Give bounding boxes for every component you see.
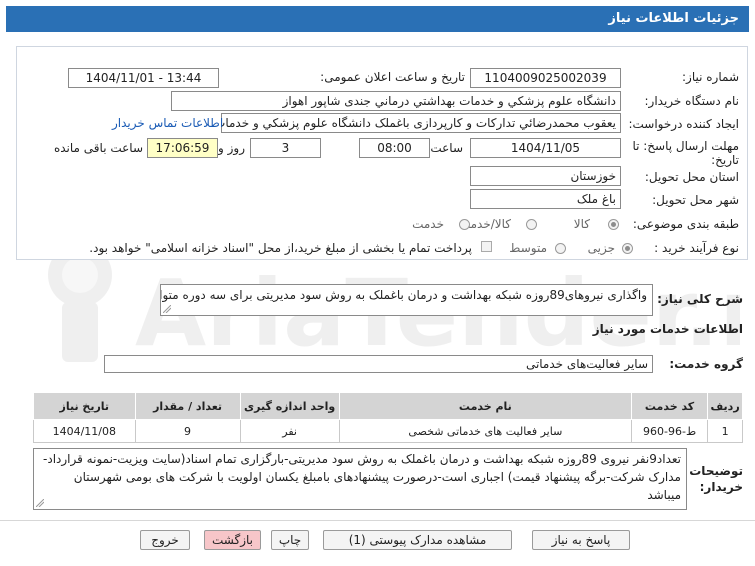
category-option-goods: کالا	[573, 217, 590, 231]
category-option-service: خدمت	[412, 217, 444, 231]
column-header: تاریخ نیاز	[33, 392, 136, 420]
service-code-cell: ط-96-960	[630, 419, 709, 443]
deadline-time-field[interactable]: 08:00	[359, 138, 430, 158]
announce-date-field[interactable]: 1404/11/01 - 13:44	[68, 68, 219, 88]
category-radio-service[interactable]	[459, 219, 470, 230]
page-title: جزئیات اطلاعات نیاز	[608, 11, 739, 26]
category-radio-goods[interactable]	[608, 219, 619, 230]
print-button[interactable]: چاپ	[271, 530, 309, 550]
unit-cell: نفر	[239, 419, 340, 443]
days-field[interactable]: 3	[250, 138, 321, 158]
creator-label: ایجاد کننده درخواست:	[628, 117, 739, 131]
process-radio-medium[interactable]	[555, 243, 566, 254]
deadline-time-label: ساعت	[430, 141, 463, 155]
table-row[interactable]: 1 ط-96-960 سایر فعالیت های خدماتی شخصی ن…	[33, 419, 743, 443]
service-name-cell: سایر فعالیت های خدماتی شخصی	[338, 419, 632, 443]
category-label: طبقه بندی موضوعی:	[632, 217, 739, 231]
resize-grip-icon[interactable]	[163, 305, 171, 313]
services-section-title: اطلاعات خدمات مورد نیاز	[592, 322, 743, 336]
overview-label: شرح کلی نیاز:	[657, 292, 743, 306]
category-radio-goods-service[interactable]	[526, 219, 537, 230]
need-number-label: شماره نیاز:	[682, 70, 739, 84]
days-label: روز و	[218, 141, 245, 155]
attachments-button[interactable]: مشاهده مدارک پیوستی (1)	[323, 530, 512, 550]
remaining-time-label: ساعت باقی مانده	[53, 141, 143, 155]
deadline-date-field[interactable]: 1404/11/05	[470, 138, 621, 158]
table-header-row: ردیف کد خدمت نام خدمت واحد اندازه گیری ت…	[33, 392, 743, 420]
buyer-contact-link[interactable]: اطلاعات تماس خریدار	[112, 116, 223, 130]
column-header: تعداد / مقدار	[134, 392, 241, 420]
buyer-notes-field[interactable]: تعداد9نفر نیروی 89روزه شبکه بهداشت و درم…	[33, 448, 687, 510]
service-group-label: گروه خدمت:	[669, 357, 743, 371]
back-button[interactable]: بازگشت	[204, 530, 261, 550]
column-header: نام خدمت	[338, 392, 632, 420]
page-header: جزئیات اطلاعات نیاز	[6, 6, 749, 32]
resize-grip-icon[interactable]	[36, 499, 44, 507]
buyer-field[interactable]: دانشگاه علوم پزشکي و خدمات بهداشتي درمان…	[171, 91, 621, 111]
process-option-minor: جزیی	[587, 241, 615, 255]
process-option-medium: متوسط	[509, 241, 547, 255]
province-label: استان محل تحویل:	[644, 170, 739, 184]
treasury-payment-note: پرداخت تمام یا بخشی از مبلغ خرید،از محل …	[89, 241, 472, 255]
service-group-field[interactable]: سایر فعالیت‌های خدماتی	[104, 355, 653, 373]
process-radio-minor[interactable]	[622, 243, 633, 254]
column-header: کد خدمت	[630, 392, 709, 420]
province-field[interactable]: خوزستان	[470, 166, 621, 186]
buyer-label: نام دستگاه خریدار:	[644, 94, 740, 108]
services-table: ردیف کد خدمت نام خدمت واحد اندازه گیری ت…	[33, 392, 743, 443]
need-number-field[interactable]: 1104009025002039	[470, 68, 621, 88]
row-number-cell: 1	[707, 419, 743, 443]
exit-button[interactable]: خروج	[140, 530, 190, 550]
remaining-time-field: 17:06:59	[147, 138, 218, 158]
overview-text: واگذاری نیروهای89روزه شبکه بهداشت و درما…	[161, 288, 647, 302]
buyer-notes-text: تعداد9نفر نیروی 89روزه شبکه بهداشت و درم…	[43, 452, 681, 502]
need-date-cell: 1404/11/08	[33, 419, 136, 443]
announce-date-label: تاریخ و ساعت اعلان عمومی:	[320, 70, 465, 84]
city-label: شهر محل تحویل:	[652, 193, 739, 207]
city-field[interactable]: باغ ملک	[470, 189, 621, 209]
process-label: نوع فرآیند خرید :	[654, 241, 739, 255]
divider	[0, 520, 755, 521]
reply-button[interactable]: پاسخ به نیاز	[532, 530, 630, 550]
column-header: ردیف	[707, 392, 743, 420]
treasury-payment-checkbox[interactable]	[481, 241, 492, 252]
creator-field[interactable]: یعقوب محمدرضائي تدارکات و کارپردازی باغم…	[221, 113, 621, 133]
overview-field[interactable]: واگذاری نیروهای89روزه شبکه بهداشت و درما…	[160, 284, 653, 316]
deadline-label: مهلت ارسال پاسخ: تا تاریخ:	[632, 139, 739, 167]
quantity-cell: 9	[134, 419, 241, 443]
column-header: واحد اندازه گیری	[239, 392, 340, 420]
